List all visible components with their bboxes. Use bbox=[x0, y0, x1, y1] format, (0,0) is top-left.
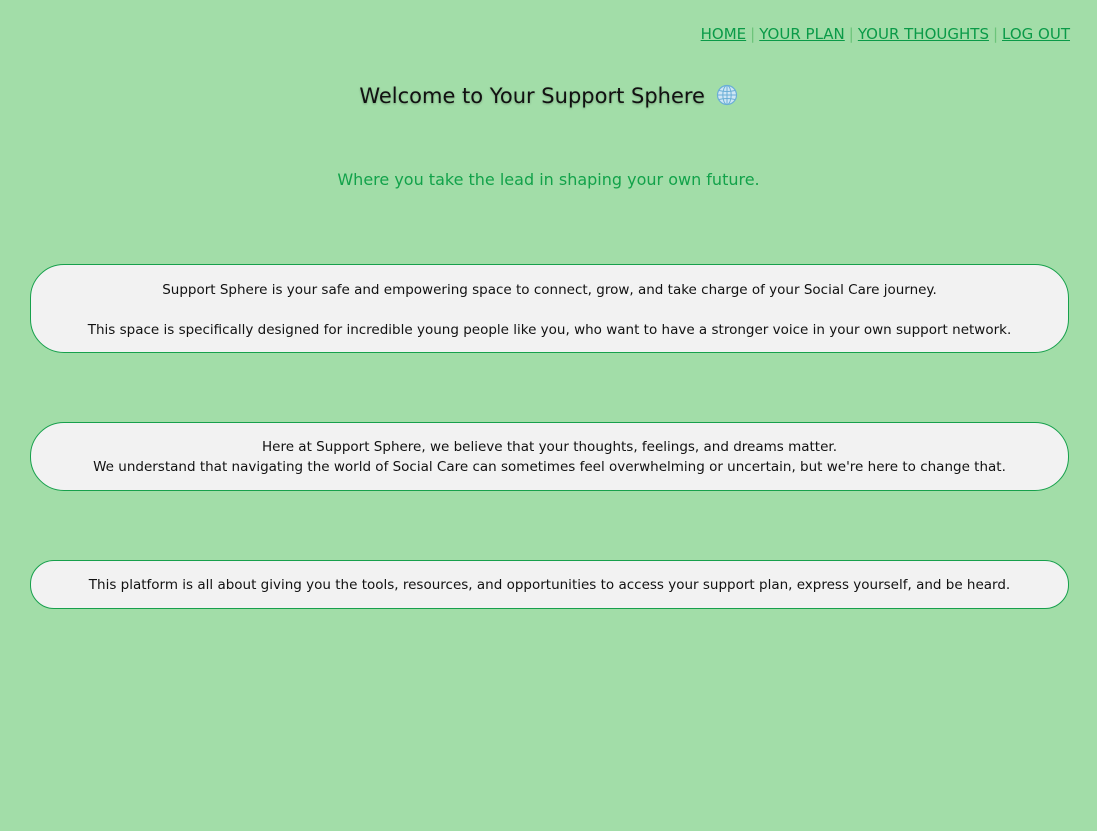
platform-card: This platform is all about giving you th… bbox=[30, 560, 1069, 609]
nav-separator: | bbox=[992, 25, 999, 43]
page-subtitle: Where you take the lead in shaping your … bbox=[337, 170, 760, 189]
top-nav: HOME | YOUR PLAN | YOUR THOUGHTS | LOG OUT bbox=[701, 25, 1070, 43]
intro-card-line: Support Sphere is your safe and empoweri… bbox=[162, 282, 937, 298]
beliefs-card: Here at Support Sphere, we believe that … bbox=[30, 422, 1069, 491]
nav-home-link[interactable]: HOME bbox=[701, 25, 747, 43]
nav-separator: | bbox=[750, 25, 756, 43]
page-title: Welcome to Your Support Sphere bbox=[0, 84, 1097, 111]
page-title-text: Welcome to Your Support Sphere bbox=[359, 84, 705, 108]
beliefs-card-line: Here at Support Sphere, we believe that … bbox=[261, 439, 837, 455]
intro-card: Support Sphere is your safe and empoweri… bbox=[30, 264, 1069, 353]
nav-your-plan-link[interactable]: YOUR PLAN bbox=[759, 25, 845, 43]
nav-separator: | bbox=[848, 25, 854, 43]
nav-log-out-link[interactable]: LOG OUT bbox=[1002, 25, 1070, 43]
globe-icon bbox=[716, 84, 738, 111]
beliefs-card-line: We understand that navigating the world … bbox=[93, 459, 1006, 475]
platform-card-line: This platform is all about giving you th… bbox=[88, 577, 1011, 593]
nav-your-thoughts-link[interactable]: YOUR THOUGHTS bbox=[858, 25, 989, 43]
intro-card-line: This space is specifically designed for … bbox=[87, 322, 1012, 338]
